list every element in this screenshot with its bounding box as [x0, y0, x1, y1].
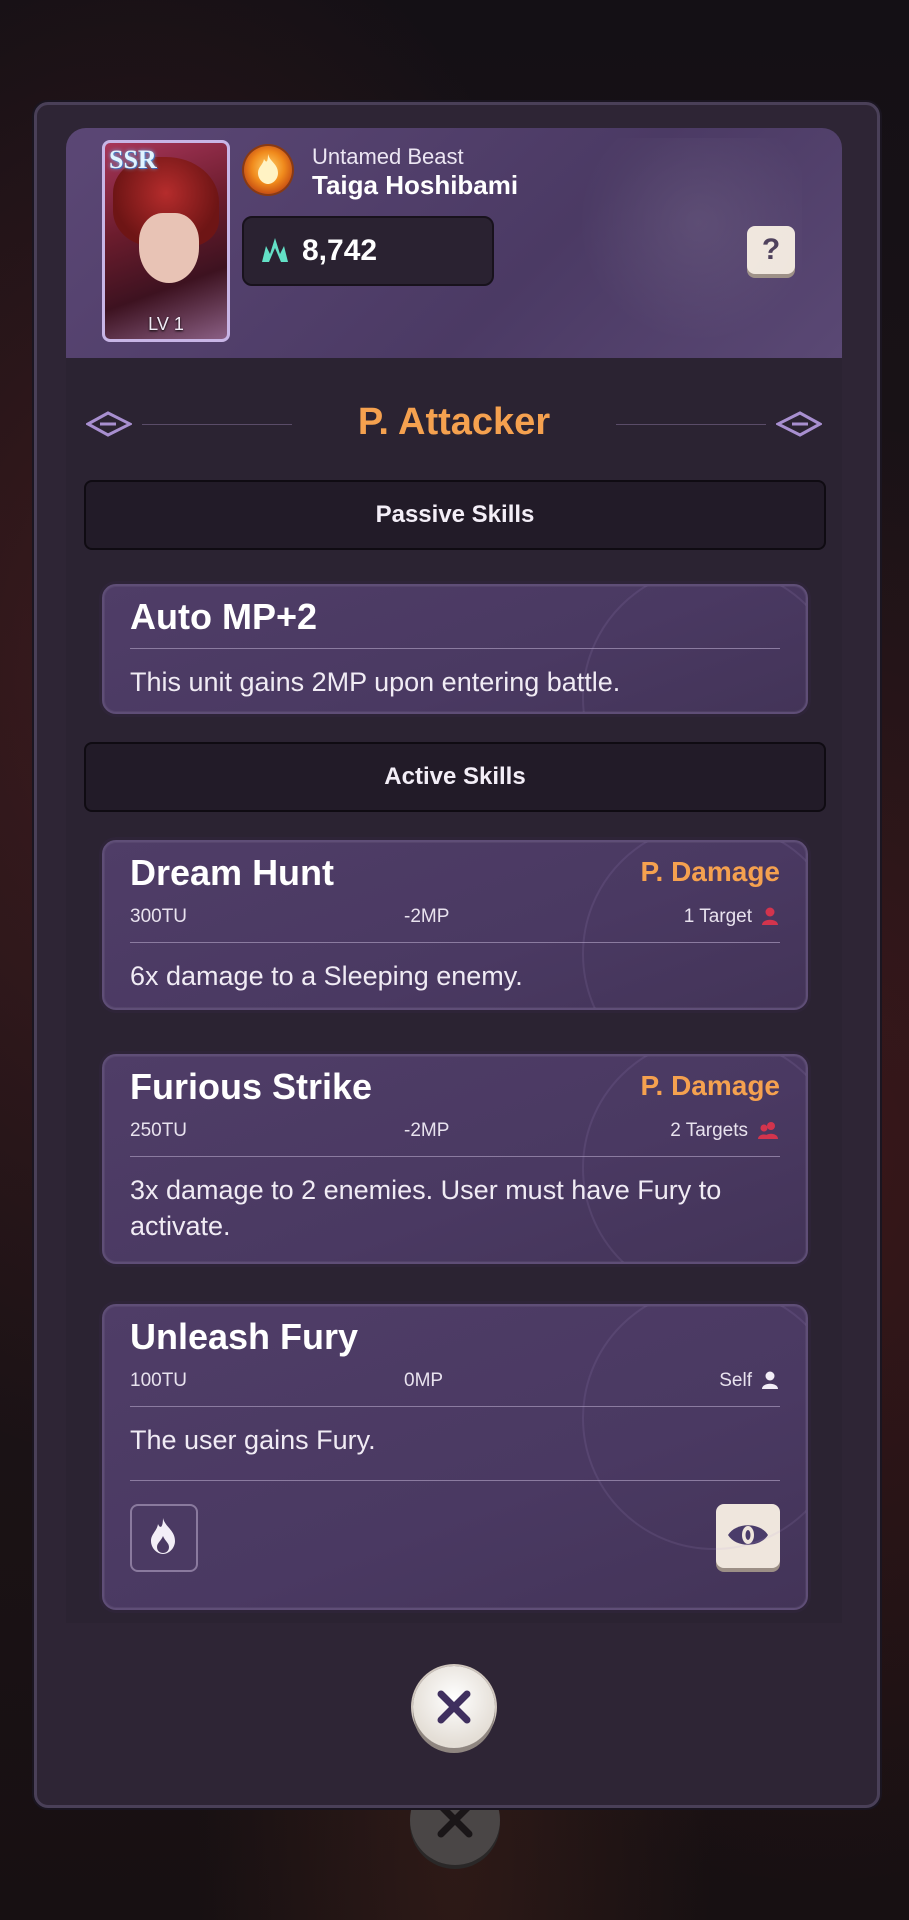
fury-status-button[interactable]	[130, 1504, 198, 1572]
close-icon	[437, 1690, 471, 1724]
character-header: SSR LV 1 Untamed Beast Taiga Hoshibami 8…	[66, 128, 842, 358]
active-skills-header: Active Skills	[84, 742, 826, 812]
ornament-right-icon	[774, 407, 824, 446]
skill-target-label: 2 Targets	[670, 1120, 748, 1141]
rarity-badge: SSR	[109, 145, 157, 174]
skill-tu-cost: 250TU	[130, 1120, 188, 1141]
skill-description: The user gains Fury.	[130, 1425, 376, 1455]
skill-divider	[130, 1480, 780, 1481]
skill-target: 2 Targets	[670, 1120, 778, 1142]
level-label: LV 1	[148, 314, 184, 334]
character-name: Taiga Hoshibami	[312, 170, 519, 200]
view-effect-button[interactable]	[716, 1504, 780, 1568]
skill-tu-cost: 300TU	[130, 906, 188, 927]
power-icon	[260, 236, 290, 269]
multi-target-icon	[758, 1122, 778, 1139]
skill-description: 3x damage to 2 enemies. User must have F…	[130, 1175, 722, 1241]
skill-damage-type: P. Damage	[640, 856, 780, 887]
flame-icon	[151, 1518, 175, 1554]
skill-name: Auto MP+2	[130, 596, 318, 637]
passive-skill-card: Auto MP+2 This unit gains 2MP upon enter…	[102, 584, 808, 714]
portrait-face	[139, 213, 199, 283]
character-portrait[interactable]: SSR LV 1	[102, 140, 230, 342]
fire-element-icon	[244, 146, 292, 194]
active-skill-card: Dream Hunt P. Damage 300TU -2MP 1 Target…	[102, 840, 808, 1010]
skill-mp-cost: -2MP	[404, 1120, 450, 1141]
class-name: Untamed Beast	[312, 144, 464, 169]
close-button[interactable]	[413, 1666, 495, 1748]
eye-icon	[728, 1525, 768, 1545]
skill-mp-cost: 0MP	[404, 1370, 444, 1391]
skill-divider	[130, 1406, 780, 1407]
skill-target-label: Self	[719, 1370, 752, 1391]
skill-mp-cost: -2MP	[404, 906, 450, 927]
active-skill-card: Unleash Fury 100TU 0MP Self The user gai…	[102, 1304, 808, 1610]
skill-description: This unit gains 2MP upon entering battle…	[130, 667, 621, 697]
role-title: P. Attacker	[357, 401, 551, 443]
skill-damage-type: P. Damage	[640, 1070, 780, 1101]
skill-target-label: 1 Target	[683, 906, 752, 927]
skill-name: Dream Hunt	[130, 852, 335, 893]
skill-divider	[130, 1156, 780, 1157]
skill-target: 1 Target	[684, 906, 778, 928]
help-button[interactable]: ?	[747, 226, 795, 274]
role-heading: P. Attacker	[66, 393, 842, 453]
self-target-icon	[762, 1371, 778, 1389]
skill-name: Unleash Fury	[130, 1316, 359, 1357]
active-skill-card: Furious Strike P. Damage 250TU -2MP 2 Ta…	[102, 1054, 808, 1264]
skill-tu-cost: 100TU	[130, 1370, 188, 1391]
skill-divider	[130, 648, 780, 649]
passive-skills-header: Passive Skills	[84, 480, 826, 550]
skill-target: Self	[719, 1370, 778, 1392]
skill-name: Furious Strike	[130, 1066, 373, 1107]
single-target-icon	[762, 907, 778, 925]
power-value: 8,742	[302, 234, 378, 267]
skill-description: 6x damage to a Sleeping enemy.	[130, 961, 523, 991]
skill-divider	[130, 942, 780, 943]
dialog-content: SSR LV 1 Untamed Beast Taiga Hoshibami 8…	[66, 128, 842, 1623]
ornament-line-right	[616, 424, 766, 425]
power-display: 8,742	[242, 216, 494, 286]
